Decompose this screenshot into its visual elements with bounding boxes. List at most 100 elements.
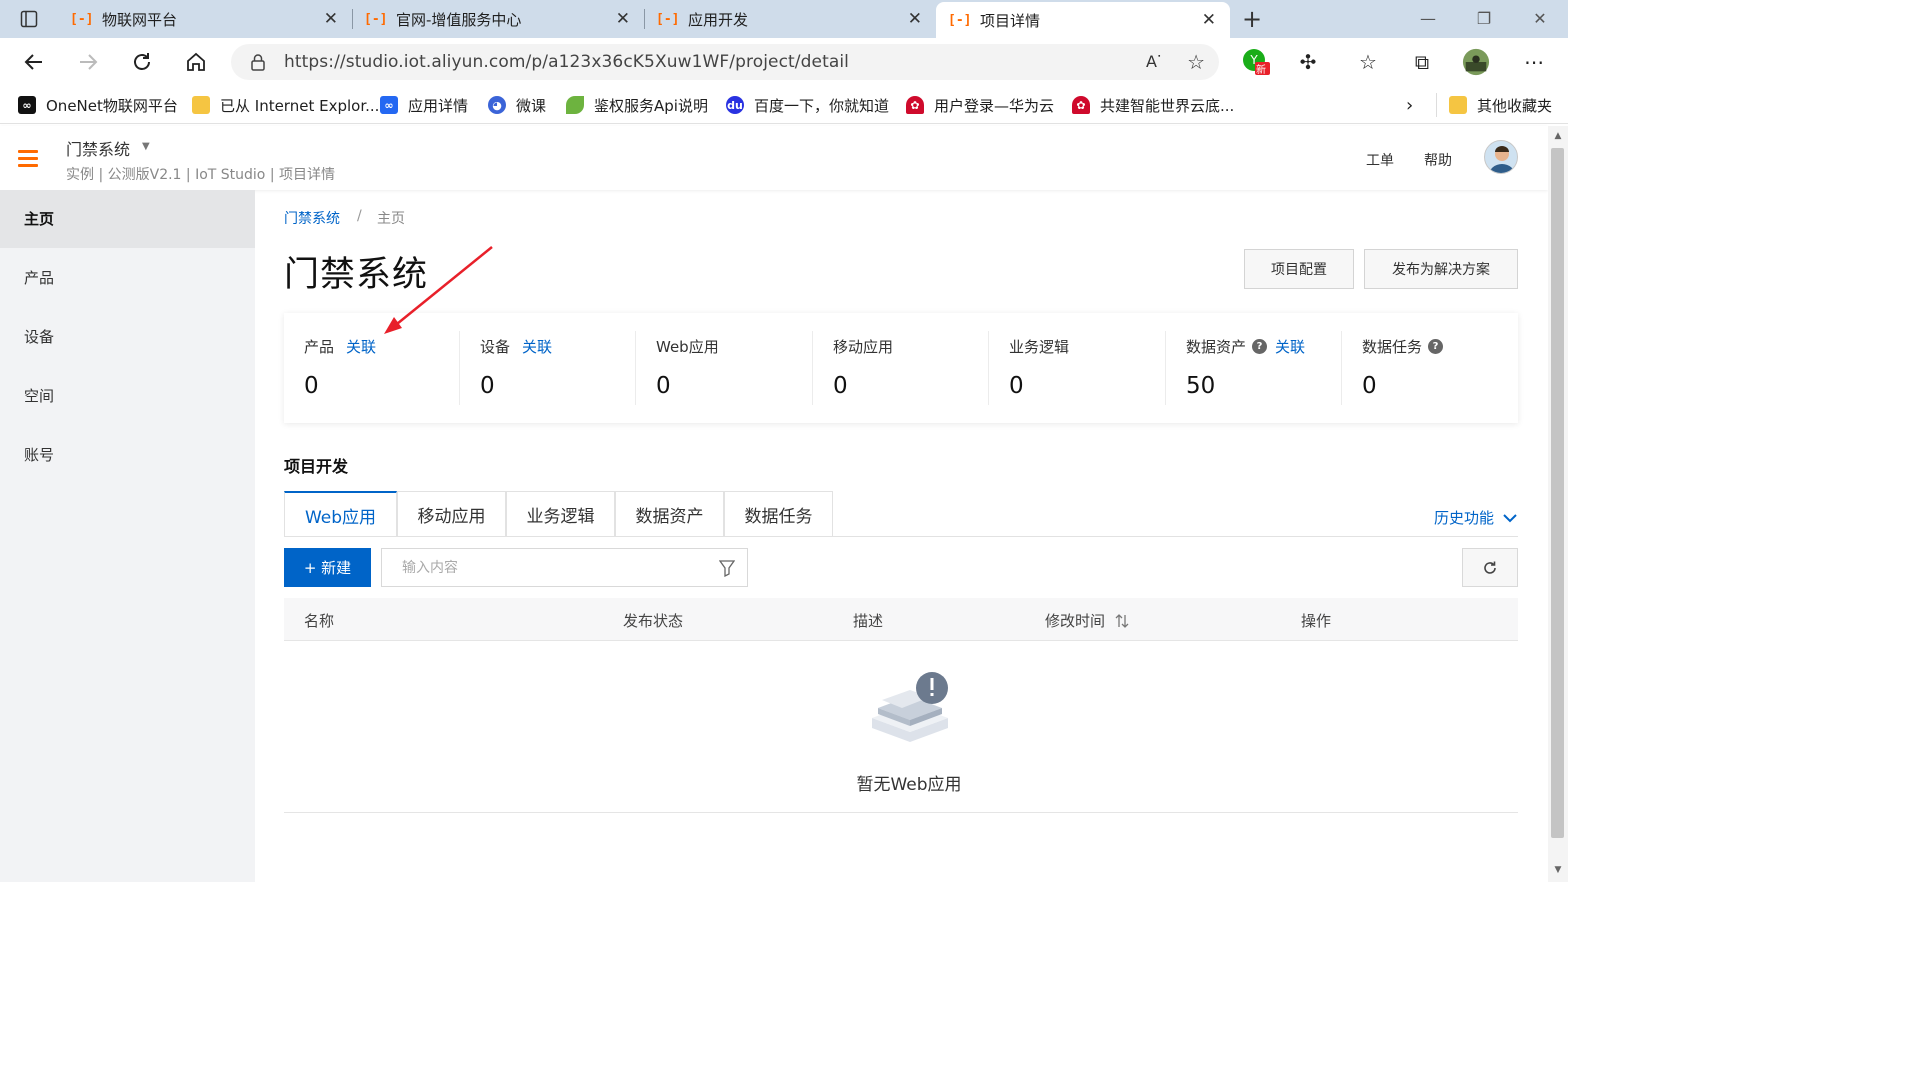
extensions-icon[interactable]: ✣: [1294, 48, 1322, 76]
breadcrumb-root[interactable]: 门禁系统: [284, 208, 340, 228]
more-icon[interactable]: ⋯: [1520, 48, 1548, 76]
product-link-button[interactable]: 关联: [346, 336, 376, 357]
stat-product: 产品 关联 0: [284, 313, 460, 423]
collections-icon[interactable]: ⧉: [1408, 48, 1436, 76]
help-icon[interactable]: ?: [1252, 339, 1268, 354]
sidebar-item-home[interactable]: 主页: [0, 190, 255, 248]
ticket-link[interactable]: 工单: [1366, 150, 1394, 170]
bookmark-huawei-cloud[interactable]: ✿ 共建智能世界云底...: [1072, 93, 1234, 117]
browser-tab-project-detail[interactable]: [-] 项目详情 ✕: [936, 2, 1230, 38]
column-header-actions: 操作: [1301, 612, 1332, 630]
publish-solution-button[interactable]: 发布为解决方案: [1364, 249, 1518, 289]
user-avatar-icon[interactable]: [1462, 48, 1490, 76]
app-detail-icon: ∞: [380, 96, 398, 114]
home-icon[interactable]: [180, 46, 212, 78]
url-text[interactable]: https://studio.iot.aliyun.com/p/a123x36c…: [284, 52, 849, 72]
sidebar-item-space[interactable]: 空间: [0, 367, 255, 425]
close-icon[interactable]: ✕: [1202, 10, 1216, 30]
sidebar-item-product[interactable]: 产品: [0, 249, 255, 307]
sort-icon[interactable]: [1115, 613, 1129, 629]
bookmarks-bar: ∞ OneNet物联网平台 已从 Internet Explor... ∞ 应用详情…: [0, 86, 1568, 124]
project-config-button[interactable]: 项目配置: [1244, 249, 1354, 289]
bookmark-huawei-login[interactable]: ✿ 用户登录—华为云: [906, 93, 1054, 117]
close-window-icon[interactable]: ✕: [1512, 0, 1568, 38]
stat-mobile-app: 移动应用 0: [813, 313, 989, 423]
help-link[interactable]: 帮助: [1424, 150, 1452, 170]
close-icon[interactable]: ✕: [908, 9, 922, 29]
device-link-button[interactable]: 关联: [522, 336, 552, 357]
scroll-down-icon[interactable]: ▼: [1548, 862, 1568, 878]
bookmark-ie-folder[interactable]: 已从 Internet Explor...: [192, 93, 379, 117]
breadcrumb-current: 主页: [377, 211, 405, 227]
stat-label: Web应用: [656, 338, 719, 356]
stat-label: 业务逻辑: [1009, 338, 1070, 356]
huawei-icon: ✿: [1072, 96, 1090, 114]
app-header: 门禁系统 ▼ 实例 | 公测版V2.1 | IoT Studio | 项目详情 …: [0, 126, 1548, 190]
favorites-icon[interactable]: ☆: [1354, 48, 1382, 76]
bookmark-other-folder[interactable]: 其他收藏夹: [1436, 93, 1552, 117]
scrollbar-thumb[interactable]: [1551, 148, 1564, 838]
folder-icon: [1449, 96, 1467, 114]
sidebar-item-device[interactable]: 设备: [0, 308, 255, 366]
close-icon[interactable]: ✕: [324, 9, 338, 29]
bookmarks-overflow-chevron-icon[interactable]: ›: [1406, 93, 1413, 117]
stat-value: 0: [1362, 373, 1377, 399]
browser-tab-strip: [-] 物联网平台 ✕ [-] 官网-增值服务中心 ✕ [-] 应用开发 ✕ […: [0, 0, 1568, 38]
aliyun-favicon-icon: [-]: [948, 12, 972, 28]
address-bar[interactable]: https://studio.iot.aliyun.com/p/a123x36c…: [231, 44, 1219, 80]
bookmark-auth-api[interactable]: 鉴权服务Api说明: [566, 93, 708, 117]
bookmark-baidu[interactable]: du 百度一下，你就知道: [726, 93, 889, 117]
minimize-icon[interactable]: —: [1400, 0, 1456, 38]
avatar[interactable]: [1484, 140, 1518, 174]
stat-value: 0: [833, 373, 848, 399]
stat-value: 0: [656, 373, 671, 399]
restore-icon[interactable]: ❐: [1456, 0, 1512, 38]
stat-device: 设备 关联 0: [460, 313, 636, 423]
read-aloud-icon[interactable]: Aᐝ: [1146, 52, 1161, 71]
profile-extension-icon[interactable]: Y 新: [1242, 48, 1270, 76]
tab-title: 物联网平台: [102, 10, 178, 29]
column-header-name: 名称: [304, 612, 335, 630]
close-icon[interactable]: ✕: [616, 9, 630, 29]
bookmark-onenet[interactable]: ∞ OneNet物联网平台: [18, 93, 178, 117]
sidebar-item-account[interactable]: 账号: [0, 426, 255, 484]
column-header-modified[interactable]: 修改时间: [1045, 610, 1129, 631]
back-icon[interactable]: [18, 46, 50, 78]
tab-business-logic[interactable]: 业务逻辑: [506, 491, 615, 537]
refresh-button[interactable]: [1462, 548, 1518, 587]
scroll-up-icon[interactable]: ▲: [1548, 128, 1568, 144]
aliyun-favicon-icon: [-]: [656, 11, 680, 27]
filter-icon[interactable]: [719, 559, 735, 577]
tab-actions-icon[interactable]: [0, 0, 58, 38]
tab-data-task[interactable]: 数据任务: [724, 491, 833, 537]
data-asset-link-button[interactable]: 关联: [1275, 336, 1305, 357]
browser-tab-app-dev[interactable]: [-] 应用开发 ✕: [644, 0, 936, 38]
project-switcher[interactable]: 门禁系统: [66, 136, 130, 160]
browser-tab-value-added[interactable]: [-] 官网-增值服务中心 ✕: [352, 0, 644, 38]
browser-tab-iot-platform[interactable]: [-] 物联网平台 ✕: [58, 0, 352, 38]
tab-web-app[interactable]: Web应用: [284, 491, 397, 537]
forward-icon[interactable]: [72, 46, 104, 78]
caret-down-icon[interactable]: ▼: [142, 141, 150, 152]
tab-mobile-app[interactable]: 移动应用: [397, 491, 506, 537]
baidu-paw-icon: du: [726, 96, 744, 114]
bookmark-weike[interactable]: ◕ 微课: [488, 93, 546, 117]
new-button[interactable]: + 新建: [284, 548, 371, 587]
table-header: 名称 发布状态 描述 修改时间 操作: [284, 598, 1518, 641]
aliyun-favicon-icon: [-]: [70, 11, 94, 27]
help-icon[interactable]: ?: [1428, 339, 1444, 354]
tab-title: 项目详情: [980, 11, 1041, 30]
lock-icon[interactable]: [249, 53, 267, 71]
reload-icon[interactable]: [126, 46, 158, 78]
search-input[interactable]: [400, 557, 700, 579]
stat-label: 移动应用: [833, 338, 894, 356]
history-dropdown[interactable]: 历史功能: [1434, 507, 1518, 528]
stat-label: 数据任务: [1362, 338, 1423, 356]
bookmark-app-detail[interactable]: ∞ 应用详情: [380, 93, 468, 117]
stats-card: 产品 关联 0 设备 关联 0 Web应用 0 移动应用 0 业务逻辑 0 数据资产…: [284, 313, 1518, 423]
new-tab-icon[interactable]: +: [1238, 5, 1266, 33]
tab-data-asset[interactable]: 数据资产: [615, 491, 724, 537]
project-subtitle: 实例 | 公测版V2.1 | IoT Studio | 项目详情: [66, 167, 335, 183]
add-favorite-icon[interactable]: ☆: [1187, 50, 1205, 74]
menu-icon[interactable]: [18, 150, 38, 168]
